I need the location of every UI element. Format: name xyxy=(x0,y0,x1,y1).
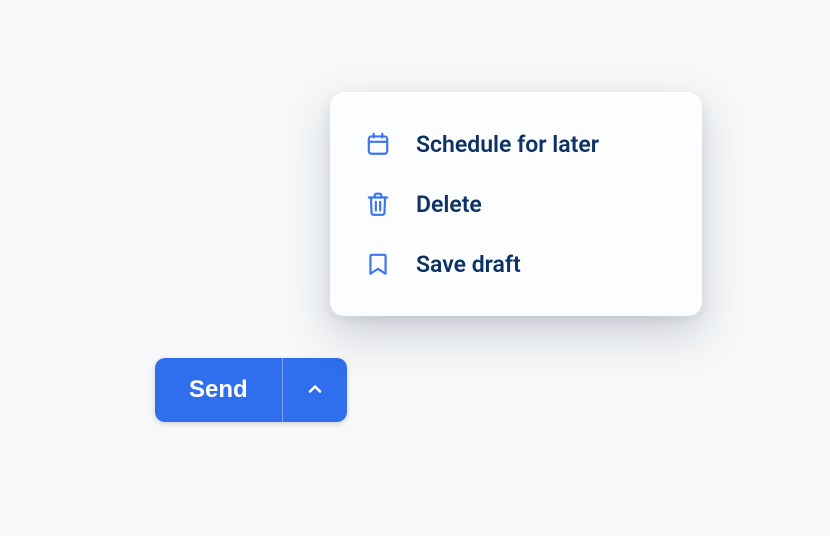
menu-item-save-draft[interactable]: Save draft xyxy=(330,234,702,294)
send-button[interactable]: Send xyxy=(155,358,282,422)
more-options-button[interactable] xyxy=(282,358,347,422)
menu-item-label: Schedule for later xyxy=(416,131,599,158)
trash-icon xyxy=(364,190,392,218)
menu-item-delete[interactable]: Delete xyxy=(330,174,702,234)
calendar-icon xyxy=(364,130,392,158)
options-dropdown: Schedule for later Delete Save draft xyxy=(330,92,702,316)
split-button: Send xyxy=(155,358,347,422)
menu-item-label: Delete xyxy=(416,191,482,218)
send-button-label: Send xyxy=(189,376,248,404)
menu-item-schedule[interactable]: Schedule for later xyxy=(330,114,702,174)
bookmark-icon xyxy=(364,250,392,278)
chevron-up-icon xyxy=(305,379,325,402)
menu-item-label: Save draft xyxy=(416,251,521,278)
